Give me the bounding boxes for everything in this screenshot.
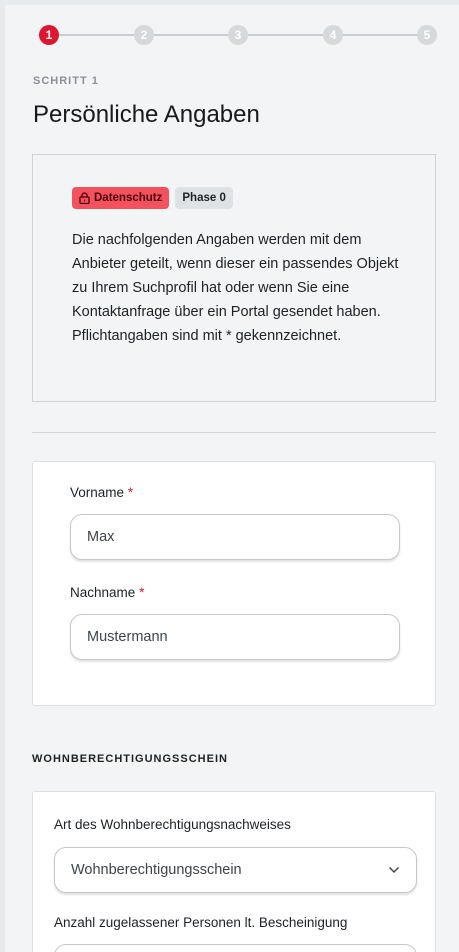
- privacy-badge: Datenschutz: [72, 187, 170, 209]
- stepper-connector: [343, 34, 417, 36]
- firstname-label-text: Vorname: [70, 485, 125, 500]
- info-text: Die nachfolgenden Angaben werden mit dem…: [72, 232, 399, 344]
- required-marker: *: [139, 585, 145, 600]
- lastname-label: Nachname *: [70, 585, 144, 600]
- lock-icon: [79, 192, 90, 204]
- wbs-type-select[interactable]: Wohnberechtigungsschein: [54, 847, 417, 893]
- chevron-down-icon: [388, 866, 400, 874]
- progress-stepper: 1 2 3 4 5: [39, 25, 437, 45]
- lastname-label-text: Nachname: [70, 585, 136, 600]
- wbs-persons-field[interactable]: [54, 944, 417, 952]
- step-2[interactable]: 2: [134, 25, 154, 45]
- section-divider: [32, 432, 436, 433]
- firstname-label: Vorname *: [70, 485, 133, 500]
- stepper-connector: [59, 34, 134, 36]
- wbs-type-label: Art des Wohnberechtigungsnachweises: [54, 817, 291, 832]
- step-3[interactable]: 3: [228, 25, 248, 45]
- privacy-badge-label: Datenschutz: [94, 192, 163, 204]
- step-5[interactable]: 5: [417, 25, 437, 45]
- wbs-card: Art des Wohnberechtigungsnachweises Wohn…: [32, 791, 436, 952]
- phase-badge: Phase 0: [175, 187, 233, 209]
- lastname-input[interactable]: [70, 614, 400, 660]
- step-label: SCHRITT 1: [33, 75, 99, 87]
- personal-data-card: Vorname * Nachname *: [32, 461, 436, 706]
- step-1[interactable]: 1: [39, 25, 59, 45]
- page-title: Persönliche Angaben: [33, 101, 260, 128]
- required-marker: *: [127, 485, 134, 500]
- stepper-connector: [248, 34, 323, 36]
- badge-group: Datenschutz Phase 0: [72, 187, 233, 209]
- step-4[interactable]: 4: [323, 25, 343, 45]
- firstname-input[interactable]: [70, 514, 400, 560]
- wbs-type-select-value: Wohnberechtigungsschein: [71, 862, 242, 878]
- wbs-section-heading: WOHNBERECHTIGUNGSSCHEIN: [32, 753, 228, 765]
- stepper-connector: [154, 34, 228, 36]
- wbs-persons-label: Anzahl zugelassener Personen lt. Beschei…: [54, 915, 348, 930]
- privacy-info-box: Datenschutz Phase 0 Die nachfolgenden An…: [32, 154, 436, 402]
- page: 1 2 3 4 5 SCHRITT 1 Persönliche Angaben …: [5, 5, 459, 952]
